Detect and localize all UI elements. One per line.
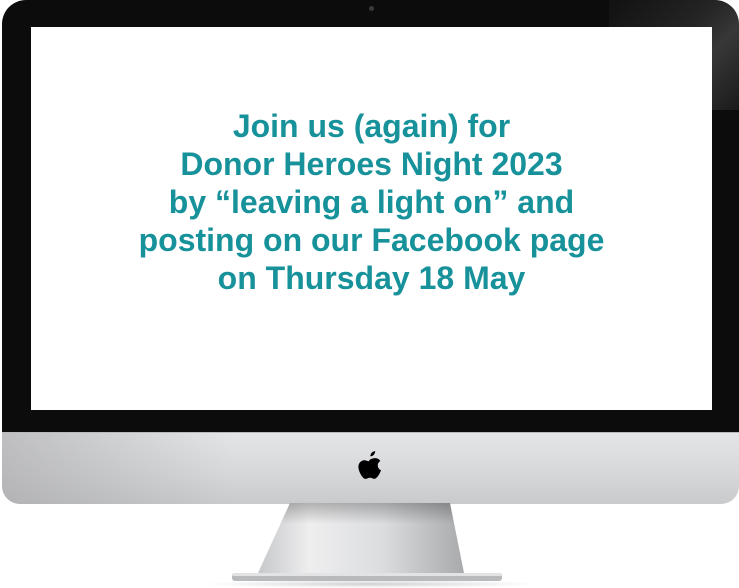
- stand-shadow: [200, 580, 540, 588]
- message-line-4: posting on our Facebook page: [138, 221, 605, 258]
- monitor-illustration: Join us (again) for Donor Heroes Night 2…: [0, 0, 739, 588]
- message-line-3: by “leaving a light on” and: [168, 183, 575, 220]
- monitor-stand: [232, 503, 502, 581]
- monitor-bezel: Join us (again) for Donor Heroes Night 2…: [2, 0, 739, 432]
- message-line-2: Donor Heroes Night 2023: [180, 145, 563, 182]
- monitor-screen: Join us (again) for Donor Heroes Night 2…: [31, 27, 712, 410]
- message-line-1: Join us (again) for: [232, 107, 511, 144]
- message-line-5: on Thursday 18 May: [217, 259, 526, 296]
- camera-icon: [369, 6, 374, 11]
- announcement-message: Join us (again) for Donor Heroes Night 2…: [139, 107, 605, 297]
- chin-shade: [2, 433, 232, 504]
- apple-logo-icon: [358, 451, 381, 479]
